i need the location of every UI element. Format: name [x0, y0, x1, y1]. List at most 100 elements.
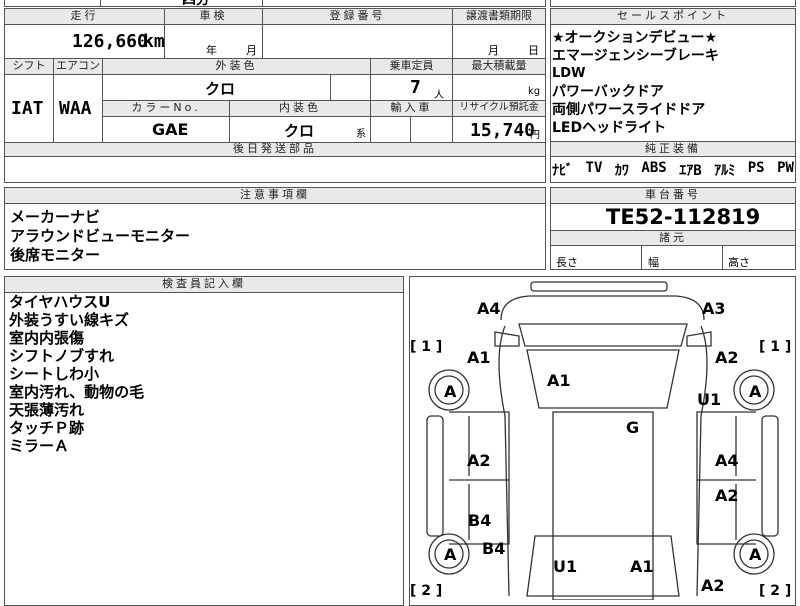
sales-point: LEDヘッドライト — [552, 120, 667, 136]
aircon-value: WAA — [59, 98, 92, 119]
header-dimensions: 諸元 — [551, 231, 795, 245]
color-no-value: GAE — [152, 120, 189, 139]
inspector-note: タイヤハウスU — [9, 293, 111, 311]
length-label: 長さ — [556, 256, 578, 269]
equipment-item: ｱﾙﾐ — [714, 163, 736, 179]
header-transfer-deadline: 譲渡書類期限 — [453, 9, 545, 24]
mark-tire-rear-left: A — [444, 545, 457, 564]
notes-list: メーカーナビ アラウンドビューモニター 後席モニター — [10, 208, 190, 265]
tag-1-right: [ 1 ] — [759, 339, 792, 355]
equipment-item: TV — [585, 160, 603, 176]
header-import: 輸入車 — [371, 101, 452, 116]
inspector-note: 天張薄汚れ — [9, 401, 85, 419]
header-mileage: 走行 — [5, 9, 164, 24]
mark-right-front-fender: A2 — [715, 348, 739, 367]
sales-points-list: ★オークションデビュー★ エマージェンシーブレーキ LDW パワーバックドア 両… — [552, 29, 719, 137]
transfer-month: 月 — [488, 44, 499, 57]
interior-suffix: 系 — [356, 129, 366, 140]
equipment-item: PS — [747, 160, 765, 176]
mark-tire-front-right: A — [749, 382, 762, 401]
front-bumper — [500, 295, 705, 321]
sales-point: 両側パワースライドドア — [552, 102, 706, 118]
header-sales-points: セールスポイント — [551, 9, 795, 24]
recycle-unit: 円 — [530, 130, 540, 141]
mark-front-left-corner: A4 — [477, 299, 501, 318]
sales-point: エマージェンシーブレーキ — [552, 48, 719, 64]
car-diagram — [426, 281, 779, 600]
inspector-note: シートしわ小 — [9, 365, 100, 383]
header-recycle: リサイクル預託金 — [453, 101, 545, 116]
mark-tire-rear-right: A — [749, 545, 762, 564]
inspector-note: 室内汚れ、動物の毛 — [9, 383, 145, 401]
equipment-item: PW — [777, 160, 794, 176]
header-max-load: 最大積載量 — [453, 59, 545, 74]
inspection-year-unit: 年 — [206, 44, 217, 57]
mark-front-right-corner: A3 — [702, 299, 726, 318]
note-item: アラウンドビューモニター — [10, 227, 191, 245]
header-notes: 注意事項欄 — [5, 188, 545, 203]
note-item: 後席モニター — [10, 246, 101, 264]
tag-2-right: [ 2 ] — [759, 583, 792, 599]
equipment-list: ﾅﾋﾞ TV ｶﾜ ABS ｴｱB ｱﾙﾐ PS PW — [552, 160, 794, 180]
header-registration: 登録番号 — [263, 9, 452, 24]
header-shift: シフト — [5, 59, 53, 74]
header-exterior-color: 外装色 — [103, 59, 370, 74]
header-inspector: 検査員記入欄 — [5, 277, 403, 292]
inspection-month-unit: 月 — [246, 44, 257, 57]
interior-color-value: クロ — [284, 122, 315, 140]
sales-point: LDW — [552, 66, 586, 81]
transfer-day: 日 — [528, 44, 539, 57]
equipment-item: ｴｱB — [679, 163, 702, 179]
mark-windshield: A1 — [547, 371, 571, 390]
height-label: 高さ — [728, 256, 750, 269]
header-capacity: 乗車定員 — [371, 59, 452, 74]
capacity-unit: 人 — [434, 90, 444, 101]
header-inspection: 車検 — [165, 9, 262, 24]
header-color-no: カラーNo. — [103, 101, 229, 116]
inspector-note: タッチＰ跡 — [9, 419, 85, 437]
mark-left-rear-fender: B4 — [482, 539, 506, 558]
mark-right-front-door: A4 — [715, 451, 739, 470]
inspector-note: シフトノブすれ — [9, 347, 115, 365]
mark-right-rear-door: A2 — [715, 486, 739, 505]
rear-glass-outline — [526, 535, 680, 597]
mileage-unit: km — [143, 31, 165, 52]
top-cut-row — [4, 0, 546, 7]
shift-value: IAT — [11, 98, 44, 119]
recycle-value: 15,740 — [470, 120, 536, 141]
tag-1-left: [ 1 ] — [410, 339, 443, 355]
exterior-color-value: クロ — [205, 80, 236, 98]
equipment-item: ABS — [641, 160, 667, 176]
load-unit: kg — [528, 86, 541, 97]
sales-point: パワーバックドア — [552, 84, 664, 100]
header-later-parts: 後日発送部品 — [5, 143, 545, 156]
mark-rear-glass-left: U1 — [553, 557, 578, 576]
front-bumper-strip — [530, 281, 668, 292]
mark-roof: G — [626, 418, 640, 437]
inspector-note: 室内内張傷 — [9, 329, 85, 347]
hood — [518, 323, 688, 347]
header-aircon: エアコン — [54, 59, 102, 74]
mark-right-tire-house: U1 — [697, 390, 722, 409]
mark-left-rear-door: B4 — [468, 511, 492, 530]
header-chassis-number: 車台番号 — [551, 188, 795, 203]
equipment-item: ｶﾜ — [614, 163, 629, 179]
inspector-note: 外装うすい線キズ — [9, 311, 130, 329]
header-interior-color: 内装色 — [230, 101, 370, 116]
mark-rear-glass-right: A1 — [630, 557, 654, 576]
mileage-value: 126,660 — [72, 31, 148, 52]
note-item: メーカーナビ — [10, 208, 101, 226]
header-genuine-equipment: 純正装備 — [551, 142, 795, 156]
mark-right-rear-fender: A2 — [701, 576, 725, 595]
mark-left-front-fender: A1 — [467, 348, 491, 367]
mark-tire-front-left: A — [444, 382, 457, 401]
inspector-notes-list: タイヤハウスU 外装うすい線キズ 室内内張傷 シフトノブすれ シートしわ小 室内… — [9, 293, 144, 455]
capacity-value: 7 — [410, 77, 421, 98]
width-label: 幅 — [648, 256, 659, 269]
sales-point: ★オークションデビュー★ — [552, 30, 718, 46]
inspector-note: ミラーＡ — [9, 437, 70, 455]
equipment-item: ﾅﾋﾞ — [552, 163, 573, 179]
tag-2-left: [ 2 ] — [410, 583, 443, 599]
mark-left-front-door: A2 — [467, 451, 491, 470]
chassis-number-value: TE52-112819 — [606, 205, 761, 229]
